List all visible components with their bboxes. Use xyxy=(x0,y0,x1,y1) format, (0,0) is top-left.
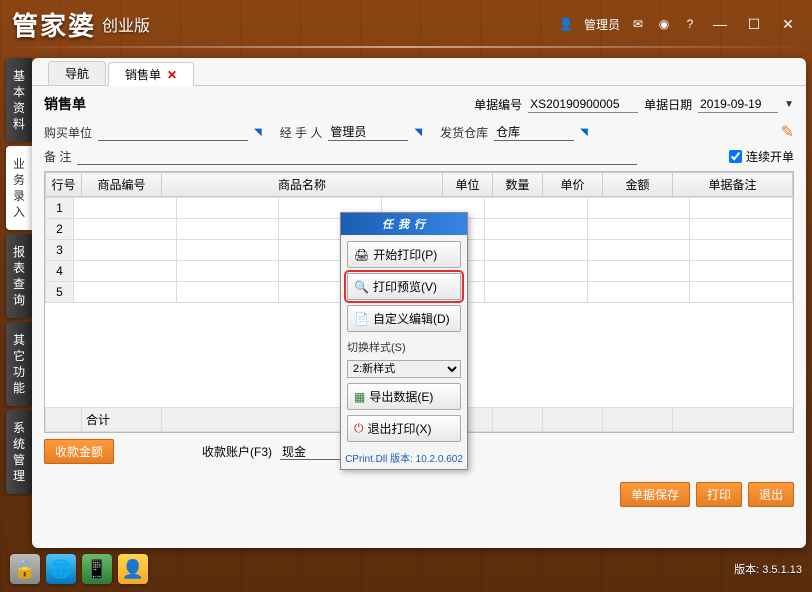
close-button[interactable]: ✕ xyxy=(776,16,800,32)
buyer-label: 购买单位 xyxy=(44,124,92,141)
switch-style-label: 切换样式(S) xyxy=(347,339,461,355)
side-tab-other-functions[interactable]: 其它功能 xyxy=(6,322,32,406)
tab-strip: 导航 销售单 ✕ xyxy=(32,58,806,86)
exit-button[interactable]: 退出 xyxy=(748,482,794,507)
chevron-down-icon[interactable]: ▼ xyxy=(784,99,794,110)
start-print-button[interactable]: 🖨开始打印(P) xyxy=(347,241,461,268)
close-icon[interactable]: ✕ xyxy=(167,68,177,82)
taskbar-icon-mobile[interactable]: 📱 xyxy=(82,554,112,584)
print-dialog-footer: CPrint.Dll 版本: 10.2.0.602 xyxy=(341,448,467,469)
bill-date-label: 单据日期 xyxy=(644,96,692,113)
bill-no-input[interactable] xyxy=(528,96,638,113)
continuous-label: 连续开单 xyxy=(746,148,794,165)
col-note: 单据备注 xyxy=(673,173,793,197)
preview-icon: 🔍 xyxy=(354,280,369,294)
minimize-button[interactable]: — xyxy=(708,16,732,32)
tab-sales-order[interactable]: 销售单 ✕ xyxy=(108,62,194,86)
app-logo-sub: 创业版 xyxy=(102,12,150,36)
action-bar: 单据保存 打印 退出 xyxy=(32,478,806,511)
taskbar-icon-globe[interactable]: 🌐 xyxy=(46,554,76,584)
side-tab-business-entry[interactable]: 业务录入 xyxy=(6,146,32,230)
col-rownum: 行号 xyxy=(46,173,82,197)
app-logo: 管家婆 xyxy=(12,6,96,43)
side-tab-report-query[interactable]: 报表查询 xyxy=(6,234,32,318)
print-preview-button[interactable]: 🔍打印预览(V) xyxy=(347,273,461,300)
continuous-checkbox[interactable] xyxy=(729,150,742,163)
user-label: 管理员 xyxy=(584,16,620,33)
remark-label: 备 注 xyxy=(44,148,71,165)
bill-date-input[interactable] xyxy=(698,96,778,113)
exit-print-button[interactable]: ⏻退出打印(X) xyxy=(347,415,461,442)
edit-icon[interactable]: ✎ xyxy=(781,122,794,142)
handler-label: 经 手 人 xyxy=(280,124,323,141)
maximize-button[interactable]: ☐ xyxy=(742,16,766,32)
warehouse-input[interactable] xyxy=(494,124,574,141)
col-product-code: 商品编号 xyxy=(82,173,162,197)
bill-no-label: 单据编号 xyxy=(474,96,522,113)
tab-navigation[interactable]: 导航 xyxy=(48,61,106,85)
print-dialog-brand: 任 我 行 xyxy=(382,216,426,232)
taskbar-icon-user[interactable]: 👤 xyxy=(118,554,148,584)
export-data-button[interactable]: ▦导出数据(E) xyxy=(347,383,461,410)
remark-input[interactable] xyxy=(77,148,637,165)
search-icon[interactable]: ◥ xyxy=(414,127,422,138)
account-label: 收款账户(F3) xyxy=(202,443,272,460)
edit-icon: 📄 xyxy=(354,312,369,326)
search-icon[interactable]: ◥ xyxy=(254,127,262,138)
titlebar: 管家婆 创业版 👤 管理员 ✉ ◉ ? — ☐ ✕ xyxy=(0,0,812,48)
taskbar: 🔒 🌐 📱 👤 版本: 3.5.1.13 xyxy=(6,552,806,586)
side-tab-system-management[interactable]: 系统管理 xyxy=(6,410,32,494)
excel-icon: ▦ xyxy=(354,390,365,404)
style-select[interactable]: 2:新样式 xyxy=(347,360,461,378)
print-dialog: 任 我 行 🖨开始打印(P) 🔍打印预览(V) 📄自定义编辑(D) 切换样式(S… xyxy=(340,212,468,470)
user-icon[interactable]: 👤 xyxy=(558,16,574,32)
col-unit: 单位 xyxy=(443,173,493,197)
print-button[interactable]: 打印 xyxy=(696,482,742,507)
buyer-input[interactable] xyxy=(98,124,248,141)
mail-icon[interactable]: ✉ xyxy=(630,16,646,32)
print-dialog-header: 任 我 行 xyxy=(341,213,467,235)
side-tabs: 基本资料 业务录入 报表查询 其它功能 系统管理 xyxy=(6,58,34,498)
exit-icon: ⏻ xyxy=(354,421,364,436)
custom-edit-button[interactable]: 📄自定义编辑(D) xyxy=(347,305,461,332)
save-button[interactable]: 单据保存 xyxy=(620,482,690,507)
receive-amount-button[interactable]: 收款金额 xyxy=(44,439,114,464)
col-product-name: 商品名称 xyxy=(162,173,443,197)
warehouse-label: 发货仓库 xyxy=(440,124,488,141)
weibo-icon[interactable]: ◉ xyxy=(656,16,672,32)
version-label: 版本: 3.5.1.13 xyxy=(734,561,802,577)
help-icon[interactable]: ? xyxy=(682,16,698,32)
search-icon[interactable]: ◥ xyxy=(580,127,588,138)
handler-input[interactable] xyxy=(328,124,408,141)
printer-icon: 🖨 xyxy=(354,248,369,262)
taskbar-icon-safe[interactable]: 🔒 xyxy=(10,554,40,584)
side-tab-basic-data[interactable]: 基本资料 xyxy=(6,58,32,142)
col-price: 单价 xyxy=(543,173,603,197)
col-qty: 数量 xyxy=(493,173,543,197)
page-title: 销售单 xyxy=(44,94,86,114)
col-amount: 金额 xyxy=(603,173,673,197)
